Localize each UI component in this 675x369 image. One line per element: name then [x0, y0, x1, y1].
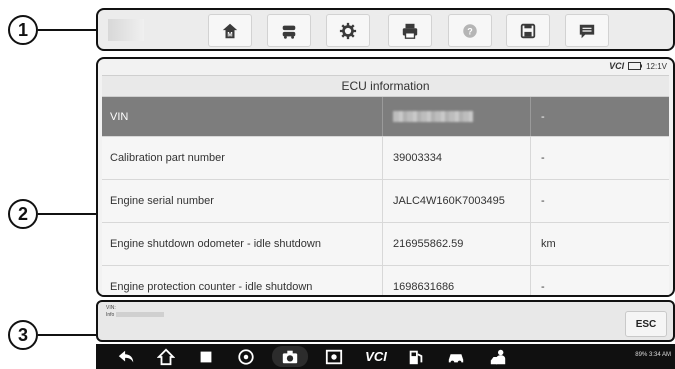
svg-text:M: M [227, 31, 232, 38]
info-label: Info [106, 312, 115, 318]
row-unit: - [530, 97, 669, 136]
display-icon [325, 349, 343, 364]
save-button[interactable] [506, 14, 550, 47]
clock: 12:1V [646, 61, 667, 71]
redacted-info [115, 312, 164, 318]
table-row-vin[interactable]: VIN - [102, 97, 669, 137]
vehicle-swap-button[interactable] [267, 14, 311, 47]
home-nav-button[interactable] [152, 346, 180, 367]
vci-label: VCI [365, 349, 387, 364]
vin-line: VIN: [106, 305, 116, 311]
redacted-value [393, 111, 473, 122]
top-status-bar: VCI 12:1V [609, 61, 667, 71]
info-bar: VIN: Info ESC [96, 300, 675, 342]
callout-3: 3 [8, 320, 38, 350]
table-row[interactable]: Calibration part number 39003334 - [102, 137, 669, 180]
print-button[interactable] [388, 14, 432, 47]
esc-button[interactable]: ESC [625, 311, 667, 337]
ecu-info-panel: VCI 12:1V ECU information VIN - Calibrat… [96, 57, 675, 297]
back-icon [118, 350, 134, 362]
save-icon [520, 23, 536, 38]
technician-icon [490, 349, 506, 364]
back-button[interactable] [112, 346, 140, 367]
car-icon [448, 353, 464, 364]
vci-button[interactable]: VCI [360, 346, 392, 367]
screenshot-button[interactable] [272, 346, 308, 367]
table-row[interactable]: Engine shutdown odometer - idle shutdown… [102, 223, 669, 266]
row-unit: km [530, 223, 669, 265]
technician-button[interactable] [484, 346, 512, 367]
table-title: ECU information [102, 75, 669, 97]
android-nav-bar: VCI 89% 3:34 AM [96, 344, 675, 369]
row-label: Engine shutdown odometer - idle shutdown [110, 238, 321, 250]
info-line: Info [106, 312, 164, 319]
home-icon: M [222, 23, 238, 38]
vehicle-info: VIN: Info [106, 305, 164, 319]
vehicle-swap-icon [282, 25, 296, 39]
callout-3-leader [38, 334, 96, 336]
browser-button[interactable] [232, 346, 260, 367]
help-icon: ? [463, 23, 477, 38]
callout-2-leader [38, 213, 96, 215]
app-logo [108, 19, 144, 41]
message-button[interactable] [565, 14, 609, 47]
row-label: VIN [110, 110, 129, 123]
callout-1: 1 [8, 15, 38, 45]
settings-icon [339, 22, 357, 39]
row-value: JALC4W160K7003495 [382, 180, 530, 222]
row-value: 216955862.59 [382, 223, 530, 265]
car-button[interactable] [442, 346, 470, 367]
table-row[interactable]: Engine protection counter - idle shutdow… [102, 266, 669, 295]
row-label: Calibration part number [110, 152, 225, 164]
svg-text:?: ? [467, 26, 473, 36]
row-value: 39003334 [382, 137, 530, 179]
fuel-pump-icon [409, 350, 423, 364]
print-icon [402, 23, 418, 39]
home-button[interactable]: M [208, 14, 252, 47]
settings-button[interactable] [326, 14, 370, 47]
browser-icon [238, 348, 254, 365]
camera-icon [282, 350, 298, 363]
display-button[interactable] [320, 346, 348, 367]
row-label: Engine protection counter - idle shutdow… [110, 281, 313, 293]
row-unit: - [530, 266, 669, 295]
recents-button[interactable] [192, 346, 220, 367]
callout-2: 2 [8, 199, 38, 229]
home-nav-icon [157, 348, 175, 365]
callout-1-leader [38, 29, 96, 31]
row-value [382, 97, 530, 136]
table-row[interactable]: Engine serial number JALC4W160K7003495 - [102, 180, 669, 223]
recents-icon [200, 351, 212, 362]
row-label: Engine serial number [110, 195, 214, 207]
row-unit: - [530, 180, 669, 222]
fuel-button[interactable] [402, 346, 430, 367]
system-status: 89% 3:34 AM [635, 352, 671, 358]
vci-status: VCI [609, 61, 625, 71]
row-value: 1698631686 [382, 266, 530, 295]
help-button[interactable]: ? [448, 14, 492, 47]
battery-icon [628, 62, 643, 70]
row-unit: - [530, 137, 669, 179]
top-toolbar: M ? [96, 8, 675, 51]
message-icon [579, 24, 595, 38]
